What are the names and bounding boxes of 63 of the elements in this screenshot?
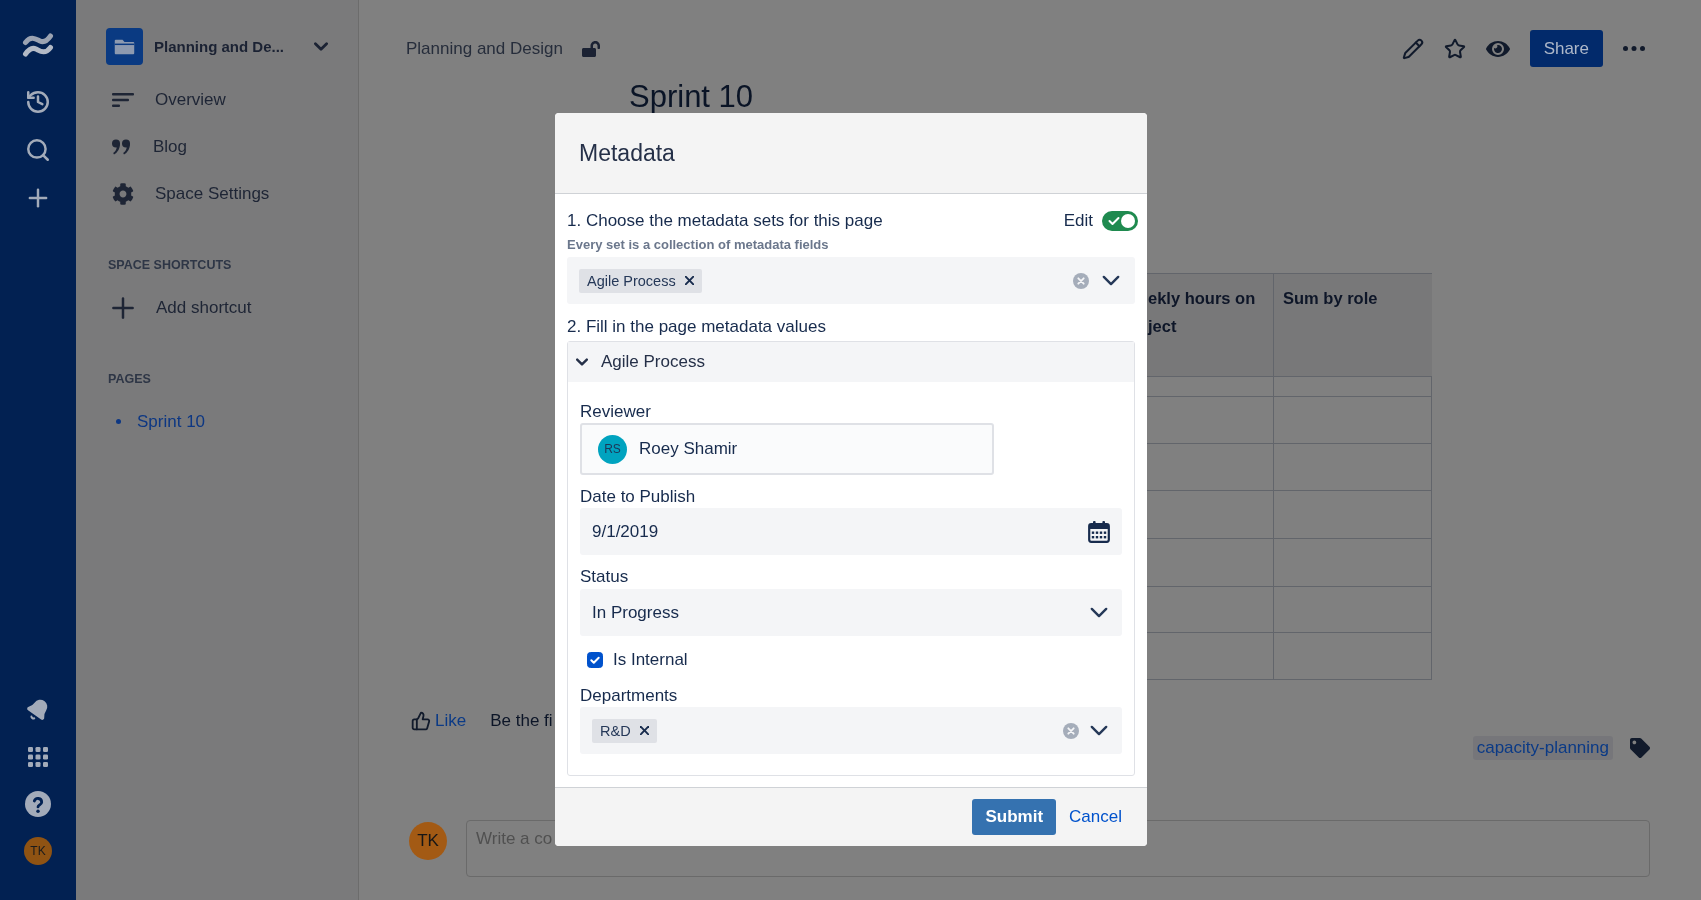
section-heading: PAGES bbox=[108, 371, 151, 387]
edit-label: Edit bbox=[1063, 211, 1093, 231]
chevron-down-icon[interactable] bbox=[1102, 275, 1120, 286]
breadcrumb-link[interactable]: Planning and Design bbox=[406, 38, 563, 59]
table-header-cell: ekly hours on ject bbox=[1147, 274, 1273, 377]
lines-icon bbox=[112, 92, 134, 107]
checkbox-label: Is Internal bbox=[613, 650, 688, 670]
field-label: Reviewer bbox=[580, 402, 651, 422]
user-avatar: RS bbox=[598, 434, 627, 464]
sidebar-item[interactable]: Overview bbox=[106, 76, 226, 123]
dialog-title: Metadata bbox=[579, 139, 675, 167]
history-icon[interactable] bbox=[25, 89, 51, 115]
plus-icon bbox=[112, 296, 134, 319]
logo-icon[interactable] bbox=[22, 30, 54, 60]
pencil-icon[interactable] bbox=[1401, 37, 1424, 60]
ellipsis-icon[interactable] bbox=[1623, 46, 1645, 51]
field-label: Date to Publish bbox=[580, 487, 696, 507]
section-heading: SPACE SHORTCUTS bbox=[108, 257, 232, 273]
chevron-down-icon bbox=[576, 358, 588, 366]
multi-select-field[interactable]: R&D bbox=[580, 707, 1122, 754]
space-title[interactable]: Planning and De... bbox=[154, 38, 284, 55]
step-heading: 1. Choose the metadata sets for this page bbox=[567, 210, 883, 232]
field-label: Departments bbox=[580, 686, 678, 706]
gear-icon bbox=[112, 182, 134, 205]
close-icon[interactable] bbox=[684, 276, 694, 285]
sidebar-item[interactable]: Blog bbox=[106, 123, 188, 170]
thumbs-up-icon bbox=[411, 711, 431, 731]
search-icon[interactable] bbox=[25, 137, 51, 163]
user-picker-field[interactable]: RS Roey Shamir bbox=[580, 423, 994, 475]
step-hint: Every set is a collection of metadata fields bbox=[567, 236, 829, 254]
help-icon[interactable] bbox=[25, 791, 51, 817]
panel-header[interactable]: Agile Process bbox=[568, 342, 1134, 382]
folder-icon[interactable] bbox=[106, 28, 143, 65]
tag-chip[interactable]: Agile Process bbox=[579, 268, 702, 293]
sidebar-item[interactable]: Add shortcut bbox=[106, 284, 252, 331]
quote-icon bbox=[112, 138, 132, 155]
user-avatar: TK bbox=[409, 822, 447, 860]
page-title: Sprint 10 bbox=[629, 80, 754, 113]
sidebar-item[interactable]: Space Settings bbox=[106, 170, 270, 217]
step-heading: 2. Fill in the page metadata values bbox=[567, 316, 826, 338]
date-field[interactable]: 9/1/2019 bbox=[580, 508, 1122, 555]
share-button[interactable]: Share bbox=[1529, 30, 1603, 67]
table-header-cell: Sum by role bbox=[1273, 274, 1432, 377]
submit-button[interactable]: Submit bbox=[972, 799, 1057, 835]
open-padlock-icon[interactable] bbox=[581, 39, 600, 58]
calendar-icon[interactable] bbox=[1088, 520, 1110, 543]
field-label: Status bbox=[580, 567, 629, 587]
edit-toggle[interactable] bbox=[1102, 211, 1138, 231]
status-select[interactable]: In Progress bbox=[580, 589, 1122, 636]
chevron-down-icon[interactable] bbox=[1090, 607, 1108, 618]
checkbox[interactable] bbox=[587, 652, 603, 668]
like-prompt: Be the fi bbox=[490, 711, 553, 731]
app-grid-icon[interactable] bbox=[28, 747, 48, 767]
like-button[interactable]: Like bbox=[411, 711, 467, 731]
tag-icon[interactable] bbox=[1630, 738, 1650, 758]
page-link[interactable]: Sprint 10 bbox=[106, 398, 206, 445]
chevron-down-icon[interactable] bbox=[1090, 725, 1108, 736]
bullet-icon bbox=[116, 419, 121, 424]
star-icon[interactable] bbox=[1443, 37, 1466, 60]
user-avatar[interactable]: TK bbox=[24, 837, 52, 865]
close-icon[interactable] bbox=[639, 726, 649, 735]
tag-chip[interactable]: R&D bbox=[592, 718, 657, 743]
sets-select[interactable]: Agile Process bbox=[567, 257, 1135, 304]
